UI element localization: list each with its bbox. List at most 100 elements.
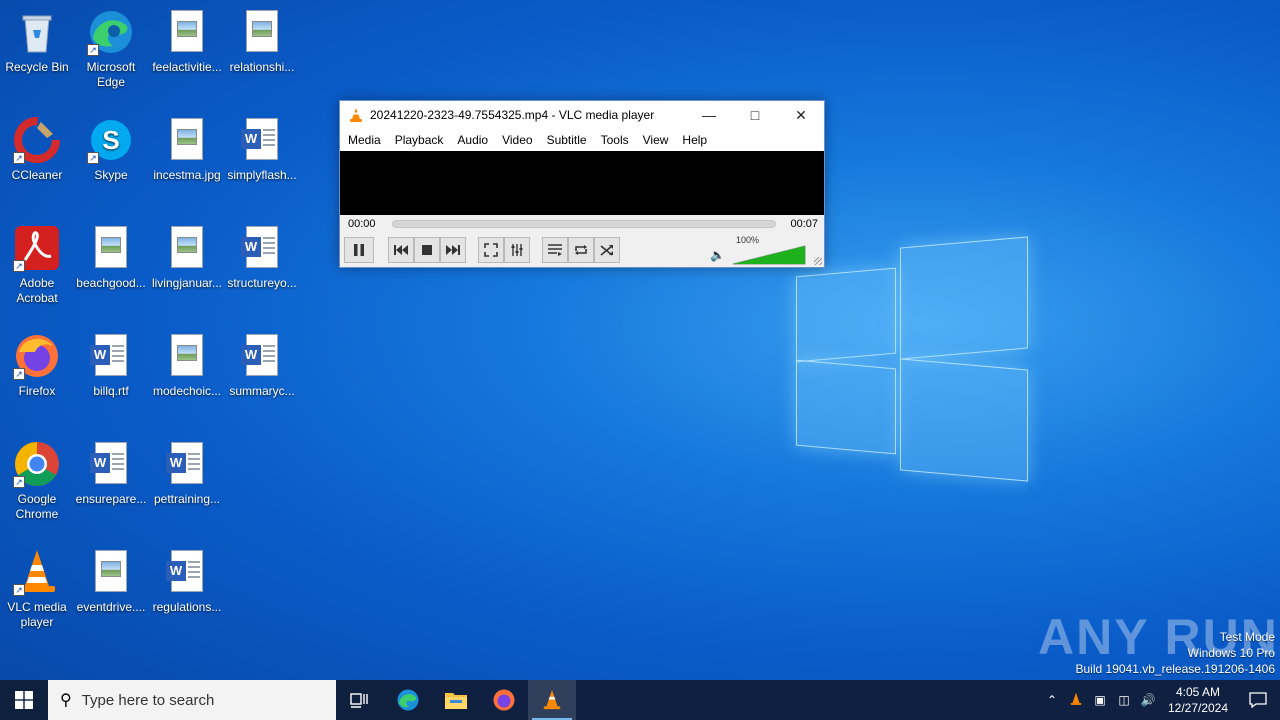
clock-date: 12/27/2024 [1167, 701, 1229, 715]
windows-wallpaper-logo [796, 236, 1028, 482]
vlc-window[interactable]: 20241220-2323-49.7554325.mp4 - VLC media… [339, 100, 825, 268]
search-placeholder: Type here to search [81, 691, 215, 709]
word-document-icon: W [238, 116, 286, 164]
video-area[interactable] [340, 151, 824, 215]
desktop-icon-firefox[interactable]: ↗ Firefox [0, 332, 74, 399]
menu-help[interactable]: Help [676, 133, 715, 147]
resize-grip[interactable] [814, 257, 822, 265]
desktop-icon-recycle-bin[interactable]: Recycle Bin [0, 8, 74, 75]
build-label: Build 19041.vb_release.191206-1406 [1075, 662, 1276, 676]
vlc-cone-icon: ↗ [13, 548, 61, 596]
desktop-icon-microsoft-edge[interactable]: ↗ Microsoft Edge [74, 8, 148, 90]
taskbar-edge[interactable] [384, 680, 432, 720]
pause-icon [354, 244, 364, 256]
task-view-button[interactable] [336, 680, 384, 720]
menu-view[interactable]: View [637, 133, 677, 147]
maximize-button[interactable]: □ [732, 101, 778, 129]
desktop-icon-image-file[interactable]: modechoic... [150, 332, 224, 399]
taskbar-clock[interactable]: 4:05 AM 12/27/2024 [1160, 684, 1236, 716]
desktop-icon-google-chrome[interactable]: ↗ Google Chrome [0, 440, 74, 522]
desktop-icon-image-file[interactable]: feelactivitie... [150, 8, 224, 75]
taskbar-firefox[interactable] [480, 680, 528, 720]
meet-now-icon[interactable]: ▣ [1088, 693, 1112, 707]
os-edition-label: Windows 10 Pro [1187, 646, 1275, 660]
volume-percent: 100% [736, 235, 760, 245]
volume-icon[interactable]: 🔊 [1136, 693, 1160, 707]
stop-icon [422, 245, 432, 255]
desktop-icon-image-file[interactable]: relationshi... [225, 8, 299, 75]
vlc-cone-icon [543, 689, 561, 710]
desktop-icon-skype[interactable]: S ↗ Skype [74, 116, 148, 183]
desktop-icon-word-file[interactable]: W ensurepare... [74, 440, 148, 507]
desktop-icon-image-file[interactable]: livingjanuar... [150, 224, 224, 291]
menu-media[interactable]: Media [342, 133, 389, 147]
next-button[interactable] [440, 237, 466, 263]
word-document-icon: W [163, 548, 211, 596]
desktop-icon-adobe-acrobat[interactable]: ↗ Adobe Acrobat [0, 224, 74, 306]
loop-button[interactable] [568, 237, 594, 263]
previous-button[interactable] [388, 237, 414, 263]
desktop-icon-word-file[interactable]: W regulations... [150, 548, 224, 615]
desktop-icon-word-file[interactable]: W simplyflash... [225, 116, 299, 183]
start-button[interactable] [0, 680, 48, 720]
seek-slider[interactable] [391, 220, 777, 228]
taskbar-search-box[interactable]: ⚲ Type here to search [48, 680, 336, 720]
system-info-overlay: Test Mode Windows 10 Pro Build 19041.vb_… [1076, 629, 1276, 677]
time-total[interactable]: 00:07 [790, 218, 818, 230]
adobe-acrobat-icon: ↗ [13, 224, 61, 272]
desktop-icon-image-file[interactable]: beachgood... [74, 224, 148, 291]
skype-icon: S ↗ [87, 116, 135, 164]
taskbar-file-explorer[interactable] [432, 680, 480, 720]
system-tray: ⌃ ▣ ◫ 🔊 4:05 AM 12/27/2024 [1040, 680, 1280, 720]
image-file-icon [163, 116, 211, 164]
word-document-icon: W [238, 224, 286, 272]
skip-forward-icon [446, 245, 460, 255]
menu-bar: Media Playback Audio Video Subtitle Tool… [340, 129, 824, 151]
speaker-icon[interactable]: 🔈 [710, 248, 725, 262]
stop-button[interactable] [414, 237, 440, 263]
network-icon[interactable]: ◫ [1112, 693, 1136, 707]
taskbar: ⚲ Type here to search ⌃ ▣ ◫ 🔊 4:05 AM 12… [0, 680, 1280, 720]
desktop-icon-word-file[interactable]: W structureyo... [225, 224, 299, 291]
image-file-icon [87, 548, 135, 596]
edge-icon: ↗ [87, 8, 135, 56]
desktop-icon-word-file[interactable]: W billq.rtf [74, 332, 148, 399]
word-document-icon: W [163, 440, 211, 488]
chevron-up-icon[interactable]: ⌃ [1040, 693, 1064, 707]
desktop-icon-word-file[interactable]: W pettraining... [150, 440, 224, 507]
menu-video[interactable]: Video [496, 133, 540, 147]
vlc-cone-icon [350, 108, 362, 122]
word-document-icon: W [87, 332, 135, 380]
fullscreen-button[interactable] [478, 237, 504, 263]
menu-playback[interactable]: Playback [389, 133, 452, 147]
menu-audio[interactable]: Audio [451, 133, 496, 147]
desktop-icon-image-file[interactable]: eventdrive.... [74, 548, 148, 615]
loop-icon [575, 245, 587, 255]
test-mode-label: Test Mode [1219, 630, 1275, 644]
desktop-icon-image-file[interactable]: incestma.jpg [150, 116, 224, 183]
fullscreen-icon [484, 243, 498, 257]
close-button[interactable]: ✕ [778, 101, 824, 129]
taskbar-vlc[interactable] [528, 680, 576, 720]
desktop-icon-word-file[interactable]: W summaryc... [225, 332, 299, 399]
time-elapsed[interactable]: 00:00 [348, 218, 376, 230]
svg-text:S: S [102, 125, 119, 155]
desktop-icon-ccleaner[interactable]: ↗ CCleaner [0, 116, 74, 183]
pause-button[interactable] [344, 237, 374, 263]
shuffle-button[interactable] [594, 237, 620, 263]
vlc-tray-icon[interactable] [1064, 691, 1088, 710]
menu-tools[interactable]: Tools [595, 133, 637, 147]
skip-back-icon [394, 245, 408, 255]
title-bar[interactable]: 20241220-2323-49.7554325.mp4 - VLC media… [340, 101, 824, 129]
desktop-icon-vlc[interactable]: ↗ VLC media player [0, 548, 74, 630]
ccleaner-icon: ↗ [13, 116, 61, 164]
playlist-button[interactable] [542, 237, 568, 263]
extended-settings-button[interactable] [504, 237, 530, 263]
search-icon: ⚲ [60, 692, 72, 709]
volume-slider[interactable] [732, 245, 806, 265]
folder-icon [445, 693, 467, 709]
task-view-icon [350, 693, 368, 708]
menu-subtitle[interactable]: Subtitle [541, 133, 595, 147]
minimize-button[interactable]: — [686, 101, 732, 129]
notifications-button[interactable] [1236, 680, 1280, 720]
